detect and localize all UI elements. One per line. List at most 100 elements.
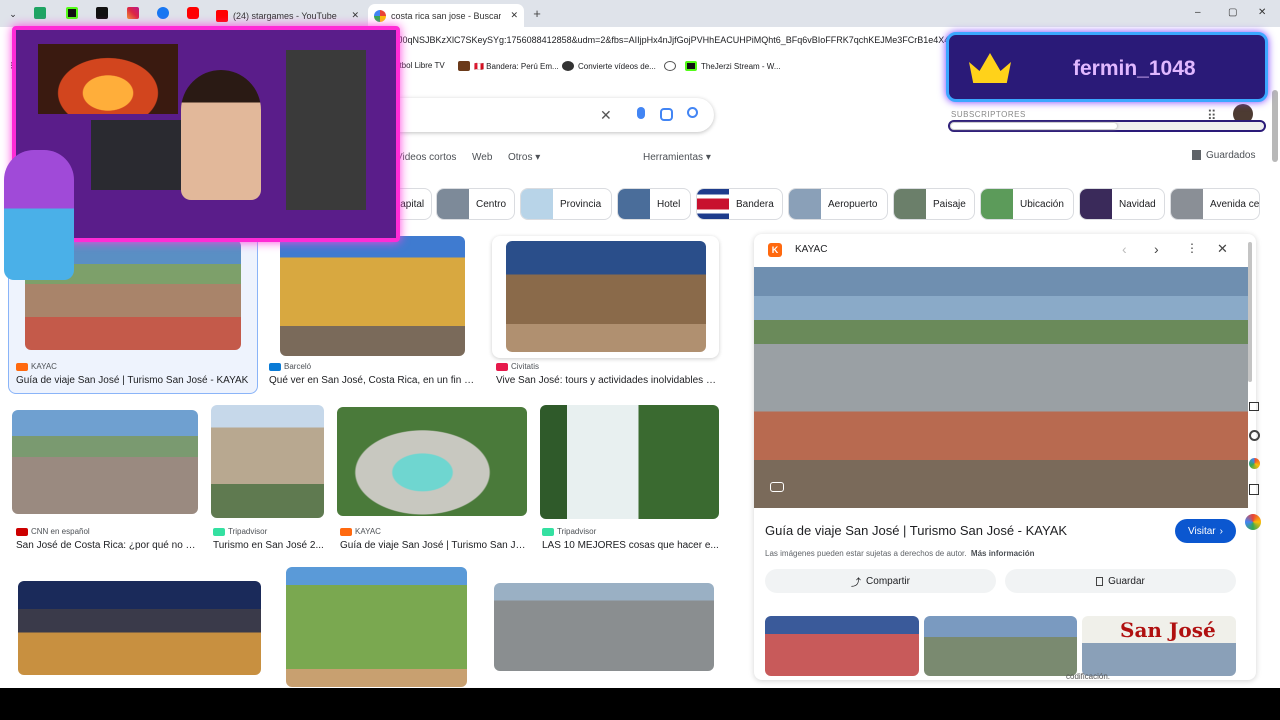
new-tab-button[interactable]: +	[530, 6, 544, 21]
result-source[interactable]: Civitatis	[496, 362, 539, 371]
nav-web[interactable]: Web	[472, 152, 492, 163]
chip-centro[interactable]: Centro	[436, 188, 515, 220]
save-label: Guardar	[1108, 575, 1145, 587]
shapes-icon[interactable]	[1249, 458, 1260, 469]
panel-scrollbar[interactable]	[1248, 242, 1252, 382]
previous-icon[interactable]: ‹	[1122, 241, 1127, 257]
lens-side-icon[interactable]	[1249, 430, 1260, 441]
result-image[interactable]	[540, 405, 719, 519]
reading-list-icon[interactable]	[1249, 402, 1259, 411]
result-image[interactable]	[337, 407, 527, 516]
result-source[interactable]: Tripadvisor	[213, 527, 267, 536]
kayak-icon	[16, 362, 28, 371]
save-button[interactable]: Guardar	[1005, 569, 1236, 593]
globe-icon	[664, 61, 676, 71]
instagram-icon[interactable]	[127, 7, 139, 19]
tiktok-icon[interactable]	[96, 7, 108, 19]
minimize-button[interactable]: –	[1195, 7, 1201, 18]
close-icon[interactable]: ✕	[510, 10, 518, 21]
result-image[interactable]	[12, 410, 198, 514]
bookmark-item[interactable]: útbol Libre TV	[395, 61, 445, 70]
result-source[interactable]: Tripadvisor	[542, 527, 596, 536]
bookmark-item[interactable]: TheJerzi Stream - W...	[685, 61, 781, 71]
result-image[interactable]	[506, 241, 706, 352]
bookmark-item[interactable]	[664, 61, 676, 71]
maximize-button[interactable]: ▢	[1228, 7, 1237, 18]
tab-youtube[interactable]: (24) stargames - YouTube ✕	[210, 4, 365, 27]
tab-list-icon[interactable]: ⌄	[6, 7, 20, 21]
chip-avenida[interactable]: Avenida ce	[1170, 188, 1260, 220]
chip-provincia[interactable]: Provincia	[520, 188, 612, 220]
bookmark-item[interactable]: Convierte vídeos de...	[562, 61, 656, 71]
tools-button[interactable]: Herramientas ▾	[643, 152, 711, 163]
search-icon[interactable]	[687, 107, 698, 118]
chip-ubicacion[interactable]: Ubicación	[980, 188, 1074, 220]
kick-icon[interactable]	[66, 7, 78, 19]
result-image[interactable]	[211, 405, 324, 518]
chip-bandera[interactable]: Bandera	[696, 188, 783, 220]
result-caption[interactable]: LAS 10 MEJORES cosas que hacer e...	[542, 540, 720, 551]
share-button[interactable]: ⤴ Compartir	[765, 569, 996, 593]
chip-hotel[interactable]: Hotel	[617, 188, 691, 220]
result-image[interactable]	[286, 567, 467, 687]
chrome-icon[interactable]	[1245, 514, 1261, 530]
chip-navidad[interactable]: Navidad	[1079, 188, 1165, 220]
result-caption[interactable]: Vive San José: tours y actividades inolv…	[496, 375, 716, 386]
youtube-icon[interactable]	[187, 7, 199, 19]
chip-paisaje[interactable]: Paisaje	[893, 188, 975, 220]
nav-videos-cortos[interactable]: Videos cortos	[396, 152, 456, 163]
facebook-icon[interactable]	[157, 7, 169, 19]
result-caption[interactable]: Turismo en San José 2...	[213, 540, 325, 551]
more-options-icon[interactable]: ⋮	[1186, 241, 1198, 255]
tab-bar: ⌄ (24) stargames - YouTube ✕ costa rica …	[0, 0, 1280, 27]
panel-main-image[interactable]	[754, 267, 1248, 508]
related-image[interactable]: San José	[1082, 616, 1236, 676]
subscribers-label: SUBSCRIPTORES	[951, 110, 1026, 119]
chip-label: Provincia	[560, 198, 602, 210]
clear-icon[interactable]: ✕	[600, 107, 612, 124]
result-source[interactable]: Barceló	[269, 362, 311, 371]
bookmark-icon	[1096, 576, 1104, 586]
result-source[interactable]: KAYAC	[16, 362, 57, 371]
bookmark-item[interactable]: 🇵🇪 Bandera: Perú Em...	[458, 61, 559, 71]
close-window-button[interactable]: ✕	[1258, 7, 1266, 18]
saved-icon	[1192, 150, 1201, 160]
result-source[interactable]: CNN en español	[16, 527, 90, 536]
youtube-icon	[216, 9, 228, 22]
result-image[interactable]	[494, 583, 714, 671]
close-panel-icon[interactable]: ✕	[1217, 241, 1228, 257]
bookmark-label: 🇵🇪 Bandera: Perú Em...	[474, 61, 559, 71]
next-icon[interactable]: ›	[1154, 241, 1159, 257]
result-image[interactable]	[18, 581, 261, 675]
panel-title[interactable]: Guía de viaje San José | Turismo San Jos…	[765, 523, 1067, 538]
result-caption[interactable]: Guía de viaje San José | Turismo San Jo.…	[340, 540, 528, 551]
close-icon[interactable]: ✕	[351, 10, 359, 21]
panel-source[interactable]: KAYAC	[795, 244, 827, 255]
related-image[interactable]	[765, 616, 919, 676]
kayak-icon: K	[768, 243, 782, 257]
saved-button[interactable]: Guardados	[1192, 150, 1255, 161]
result-source[interactable]: KAYAC	[340, 527, 381, 536]
result-caption[interactable]: San José de Costa Rica: ¿por qué no d...	[16, 540, 196, 551]
tab-google-search[interactable]: costa rica san jose - Buscar con ✕	[368, 4, 524, 27]
more-info-link[interactable]: Más información	[971, 549, 1035, 558]
streamer-username: fermin_1048	[1073, 57, 1196, 80]
microphone-icon[interactable]	[637, 107, 645, 119]
result-caption[interactable]: Qué ver en San José, Costa Rica, en un f…	[269, 375, 479, 386]
page-scrollbar[interactable]	[1272, 90, 1278, 162]
flag-icon	[458, 61, 470, 71]
lens-icon[interactable]	[660, 108, 673, 121]
footer-text: codificación.	[1066, 672, 1111, 681]
result-caption[interactable]: Guía de viaje San José | Turismo San Jos…	[16, 375, 252, 386]
caret-down-icon: ▾	[705, 152, 711, 163]
lens-icon[interactable]	[770, 482, 784, 492]
chip-aeropuerto[interactable]: Aeropuerto	[788, 188, 888, 220]
result-image[interactable]	[280, 236, 465, 356]
book-icon[interactable]	[1249, 484, 1259, 495]
related-image[interactable]	[924, 616, 1077, 676]
tab-label: (24) stargames - YouTube	[233, 10, 337, 21]
nav-otros[interactable]: Otros ▾	[508, 152, 540, 163]
url-field[interactable]: J0qNSJBKzXlC7SKeySYg:1756088412858&udm=2…	[398, 35, 959, 45]
sheets-icon[interactable]	[34, 7, 46, 19]
visit-button[interactable]: Visitar ›	[1175, 519, 1236, 543]
